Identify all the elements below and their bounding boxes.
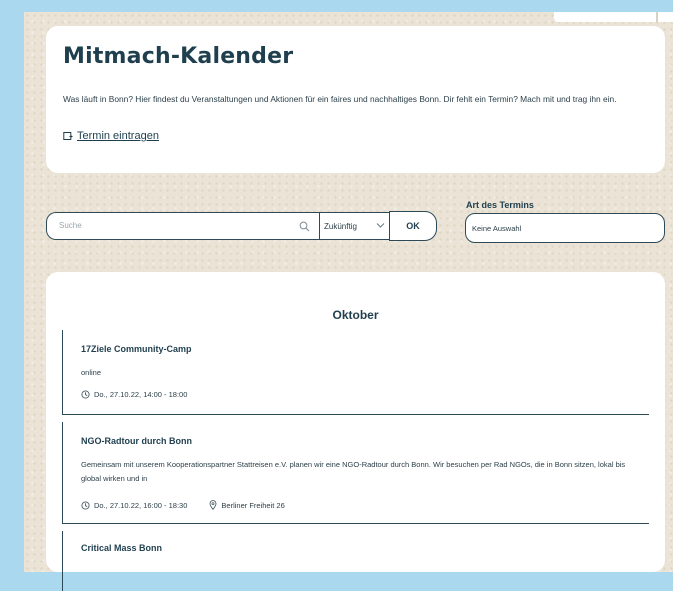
type-filter-select[interactable]: Keine Auswahl <box>465 213 665 243</box>
type-filter-value: Keine Auswahl <box>472 223 522 233</box>
event-item[interactable]: Critical Mass Bonn <box>62 531 649 591</box>
event-meta: Do., 27.10.22, 16:00 - 18:30 Berliner Fr… <box>81 500 285 510</box>
top-strip-divider <box>656 12 658 22</box>
location-pin-icon <box>209 500 217 510</box>
events-card: Oktober 17Ziele Community-Camp online Do… <box>46 272 665 591</box>
add-event-link-label: Termin eintragen <box>77 130 159 142</box>
event-item[interactable]: NGO-Radtour durch Bonn Gemeinsam mit uns… <box>62 422 649 524</box>
search-bar: Zukünftig OK <box>46 211 437 242</box>
clock-icon <box>81 390 90 399</box>
event-description: online <box>81 368 102 377</box>
calendar-add-icon <box>63 132 73 140</box>
event-title[interactable]: 17Ziele Community-Camp <box>81 344 192 354</box>
time-filter-value: Zukünftig <box>324 221 357 231</box>
event-title[interactable]: Critical Mass Bonn <box>81 543 162 553</box>
add-event-link[interactable]: Termin eintragen <box>63 130 159 142</box>
search-field <box>46 212 319 240</box>
search-ok-button[interactable]: OK <box>389 211 437 241</box>
page-title: Mitmach-Kalender <box>63 44 294 69</box>
event-location: Berliner Freiheit 26 <box>221 500 285 510</box>
event-description: Gemeinsam mit unserem Kooperationspartne… <box>81 460 626 483</box>
search-input[interactable] <box>57 220 291 231</box>
top-strip <box>554 12 673 22</box>
clock-icon <box>81 500 90 510</box>
search-icon[interactable] <box>299 221 310 232</box>
intro-card: Mitmach-Kalender Was läuft in Bonn? Hier… <box>46 26 665 173</box>
month-heading: Oktober <box>332 308 379 322</box>
chevron-down-icon <box>376 223 385 228</box>
event-datetime: Do., 27.10.22, 14:00 - 18:00 <box>94 390 188 399</box>
event-title[interactable]: NGO-Radtour durch Bonn <box>81 436 192 446</box>
time-filter-select[interactable]: Zukünftig <box>319 212 389 240</box>
event-datetime: Do., 27.10.22, 16:00 - 18:30 <box>94 500 188 510</box>
event-meta: Do., 27.10.22, 14:00 - 18:00 <box>81 390 187 399</box>
type-filter-label: Art des Termins <box>466 200 534 210</box>
event-item[interactable]: 17Ziele Community-Camp online Do., 27.10… <box>62 330 649 415</box>
intro-description: Was läuft in Bonn? Hier findest du Veran… <box>63 94 617 104</box>
